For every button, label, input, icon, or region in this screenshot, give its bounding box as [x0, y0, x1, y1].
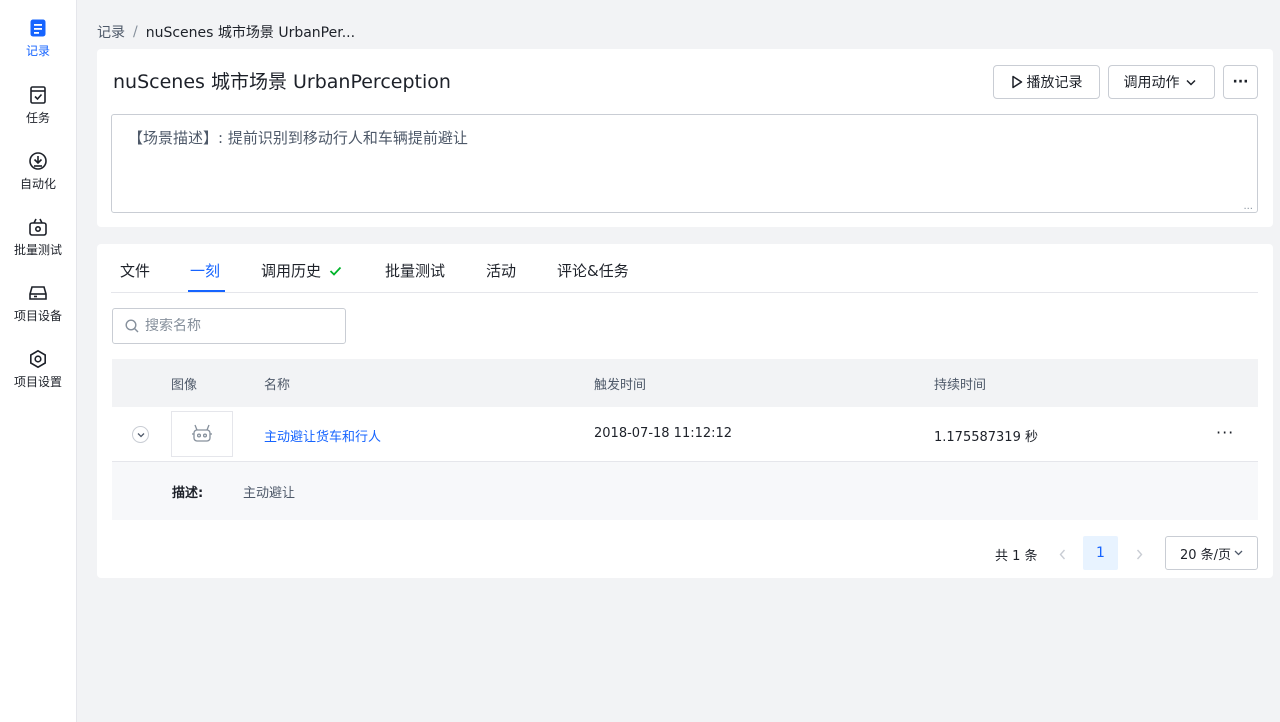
invoke-action-label: 调用动作	[1123, 75, 1180, 91]
moment-name-link[interactable]: 主动避让货车和行人	[264, 426, 381, 445]
table-row: 主动避让货车和行人 2018-07-18 11:12:12 1.17558731…	[112, 407, 1258, 462]
pagination-total: 共 1 条	[995, 549, 1038, 564]
gear-icon	[27, 348, 49, 370]
breadcrumb: 记录 / nuScenes 城市场景 UrbanPer...	[97, 22, 355, 42]
tab-invoke-history[interactable]: 调用历史	[261, 260, 342, 281]
chevron-right-icon	[1136, 549, 1142, 559]
automation-icon	[27, 150, 49, 172]
row-detail: 描述: 主动避让	[112, 462, 1258, 520]
moment-thumbnail	[171, 411, 233, 457]
document-icon	[27, 17, 49, 39]
sidebar-item-label: 项目设备	[13, 309, 62, 323]
prev-page-button[interactable]	[1050, 538, 1074, 570]
resize-handle-icon[interactable]: ...	[1243, 201, 1253, 212]
search-box[interactable]	[112, 308, 346, 344]
device-icon	[27, 282, 49, 304]
tab-files[interactable]: 文件	[120, 260, 150, 281]
sidebar-item-records[interactable]: 记录	[0, 17, 76, 67]
table-header: 图像 名称 触发时间 持续时间	[112, 359, 1258, 407]
search-icon	[125, 319, 139, 333]
sidebar-item-label: 批量测试	[13, 243, 62, 257]
chevron-down-icon	[1185, 79, 1200, 86]
breadcrumb-separator: /	[133, 24, 138, 40]
sidebar-item-settings[interactable]: 项目设置	[0, 348, 76, 398]
trigger-time-cell: 2018-07-18 11:12:12	[594, 426, 733, 441]
tab-moments[interactable]: 一刻	[190, 260, 220, 281]
robot-icon	[192, 424, 212, 442]
detail-label: 描述:	[172, 486, 204, 501]
task-icon	[27, 84, 49, 106]
tab-activity[interactable]: 活动	[486, 260, 516, 281]
next-page-button[interactable]	[1127, 538, 1151, 570]
breadcrumb-current: nuScenes 城市场景 UrbanPer...	[145, 25, 356, 41]
sidebar-item-label: 任务	[25, 111, 50, 125]
more-options-button[interactable]: ···	[1223, 65, 1258, 99]
check-icon	[329, 266, 342, 276]
expand-row-button[interactable]	[132, 426, 149, 443]
sidebar: 记录 任务 自动化 批量测试 项目设备 项目设置	[0, 0, 77, 722]
chevron-down-icon	[1234, 550, 1243, 556]
sidebar-item-devices[interactable]: 项目设备	[0, 282, 76, 332]
page-size-select[interactable]: 20 条/页	[1165, 536, 1258, 570]
column-header-image: 图像	[171, 378, 198, 393]
page-size-value: 20 条/页	[1179, 547, 1232, 563]
tab-batch-test[interactable]: 批量测试	[385, 260, 445, 281]
chevron-left-icon	[1059, 549, 1065, 559]
search-input[interactable]	[145, 318, 335, 334]
scene-description-field[interactable]: 【场景描述】: 提前识别到移动行人和车辆提前避让 ...	[111, 114, 1258, 213]
record-header-card: nuScenes 城市场景 UrbanPerception 播放记录 调用动作 …	[97, 49, 1273, 227]
column-header-name: 名称	[264, 378, 291, 393]
column-header-trigger-time: 触发时间	[594, 378, 647, 393]
sidebar-item-label: 记录	[25, 44, 50, 58]
column-header-duration: 持续时间	[934, 378, 987, 393]
play-record-button[interactable]: 播放记录	[993, 65, 1100, 99]
invoke-action-button[interactable]: 调用动作	[1108, 65, 1215, 99]
row-more-button[interactable]: ···	[1216, 423, 1234, 442]
breadcrumb-parent[interactable]: 记录	[97, 22, 125, 42]
chevron-down-icon	[137, 432, 144, 437]
sidebar-item-tasks[interactable]: 任务	[0, 84, 76, 134]
detail-value: 主动避让	[243, 486, 296, 501]
tab-comments-tasks[interactable]: 评论&任务	[557, 260, 629, 281]
page-title: nuScenes 城市场景 UrbanPerception	[113, 71, 451, 93]
play-record-label: 播放记录	[1026, 75, 1083, 91]
batch-test-icon	[27, 216, 49, 238]
more-icon: ···	[1232, 74, 1249, 90]
page-number-button[interactable]: 1	[1083, 536, 1118, 570]
scene-description-text: 【场景描述】: 提前识别到移动行人和车辆提前避让	[128, 129, 468, 147]
duration-cell: 1.175587319 秒	[934, 430, 1038, 445]
moments-card: 文件 一刻 调用历史 批量测试 活动 评论&任务 图像 名称 触发时间 持续时间…	[97, 244, 1273, 578]
sidebar-item-label: 项目设置	[13, 375, 62, 389]
sidebar-item-batch-test[interactable]: 批量测试	[0, 216, 76, 266]
active-tab-indicator	[188, 290, 225, 292]
tab-bar: 文件 一刻 调用历史 批量测试 活动 评论&任务	[111, 244, 1258, 293]
play-icon	[1011, 75, 1027, 89]
sidebar-item-automation[interactable]: 自动化	[0, 150, 76, 200]
sidebar-item-label: 自动化	[19, 177, 56, 191]
